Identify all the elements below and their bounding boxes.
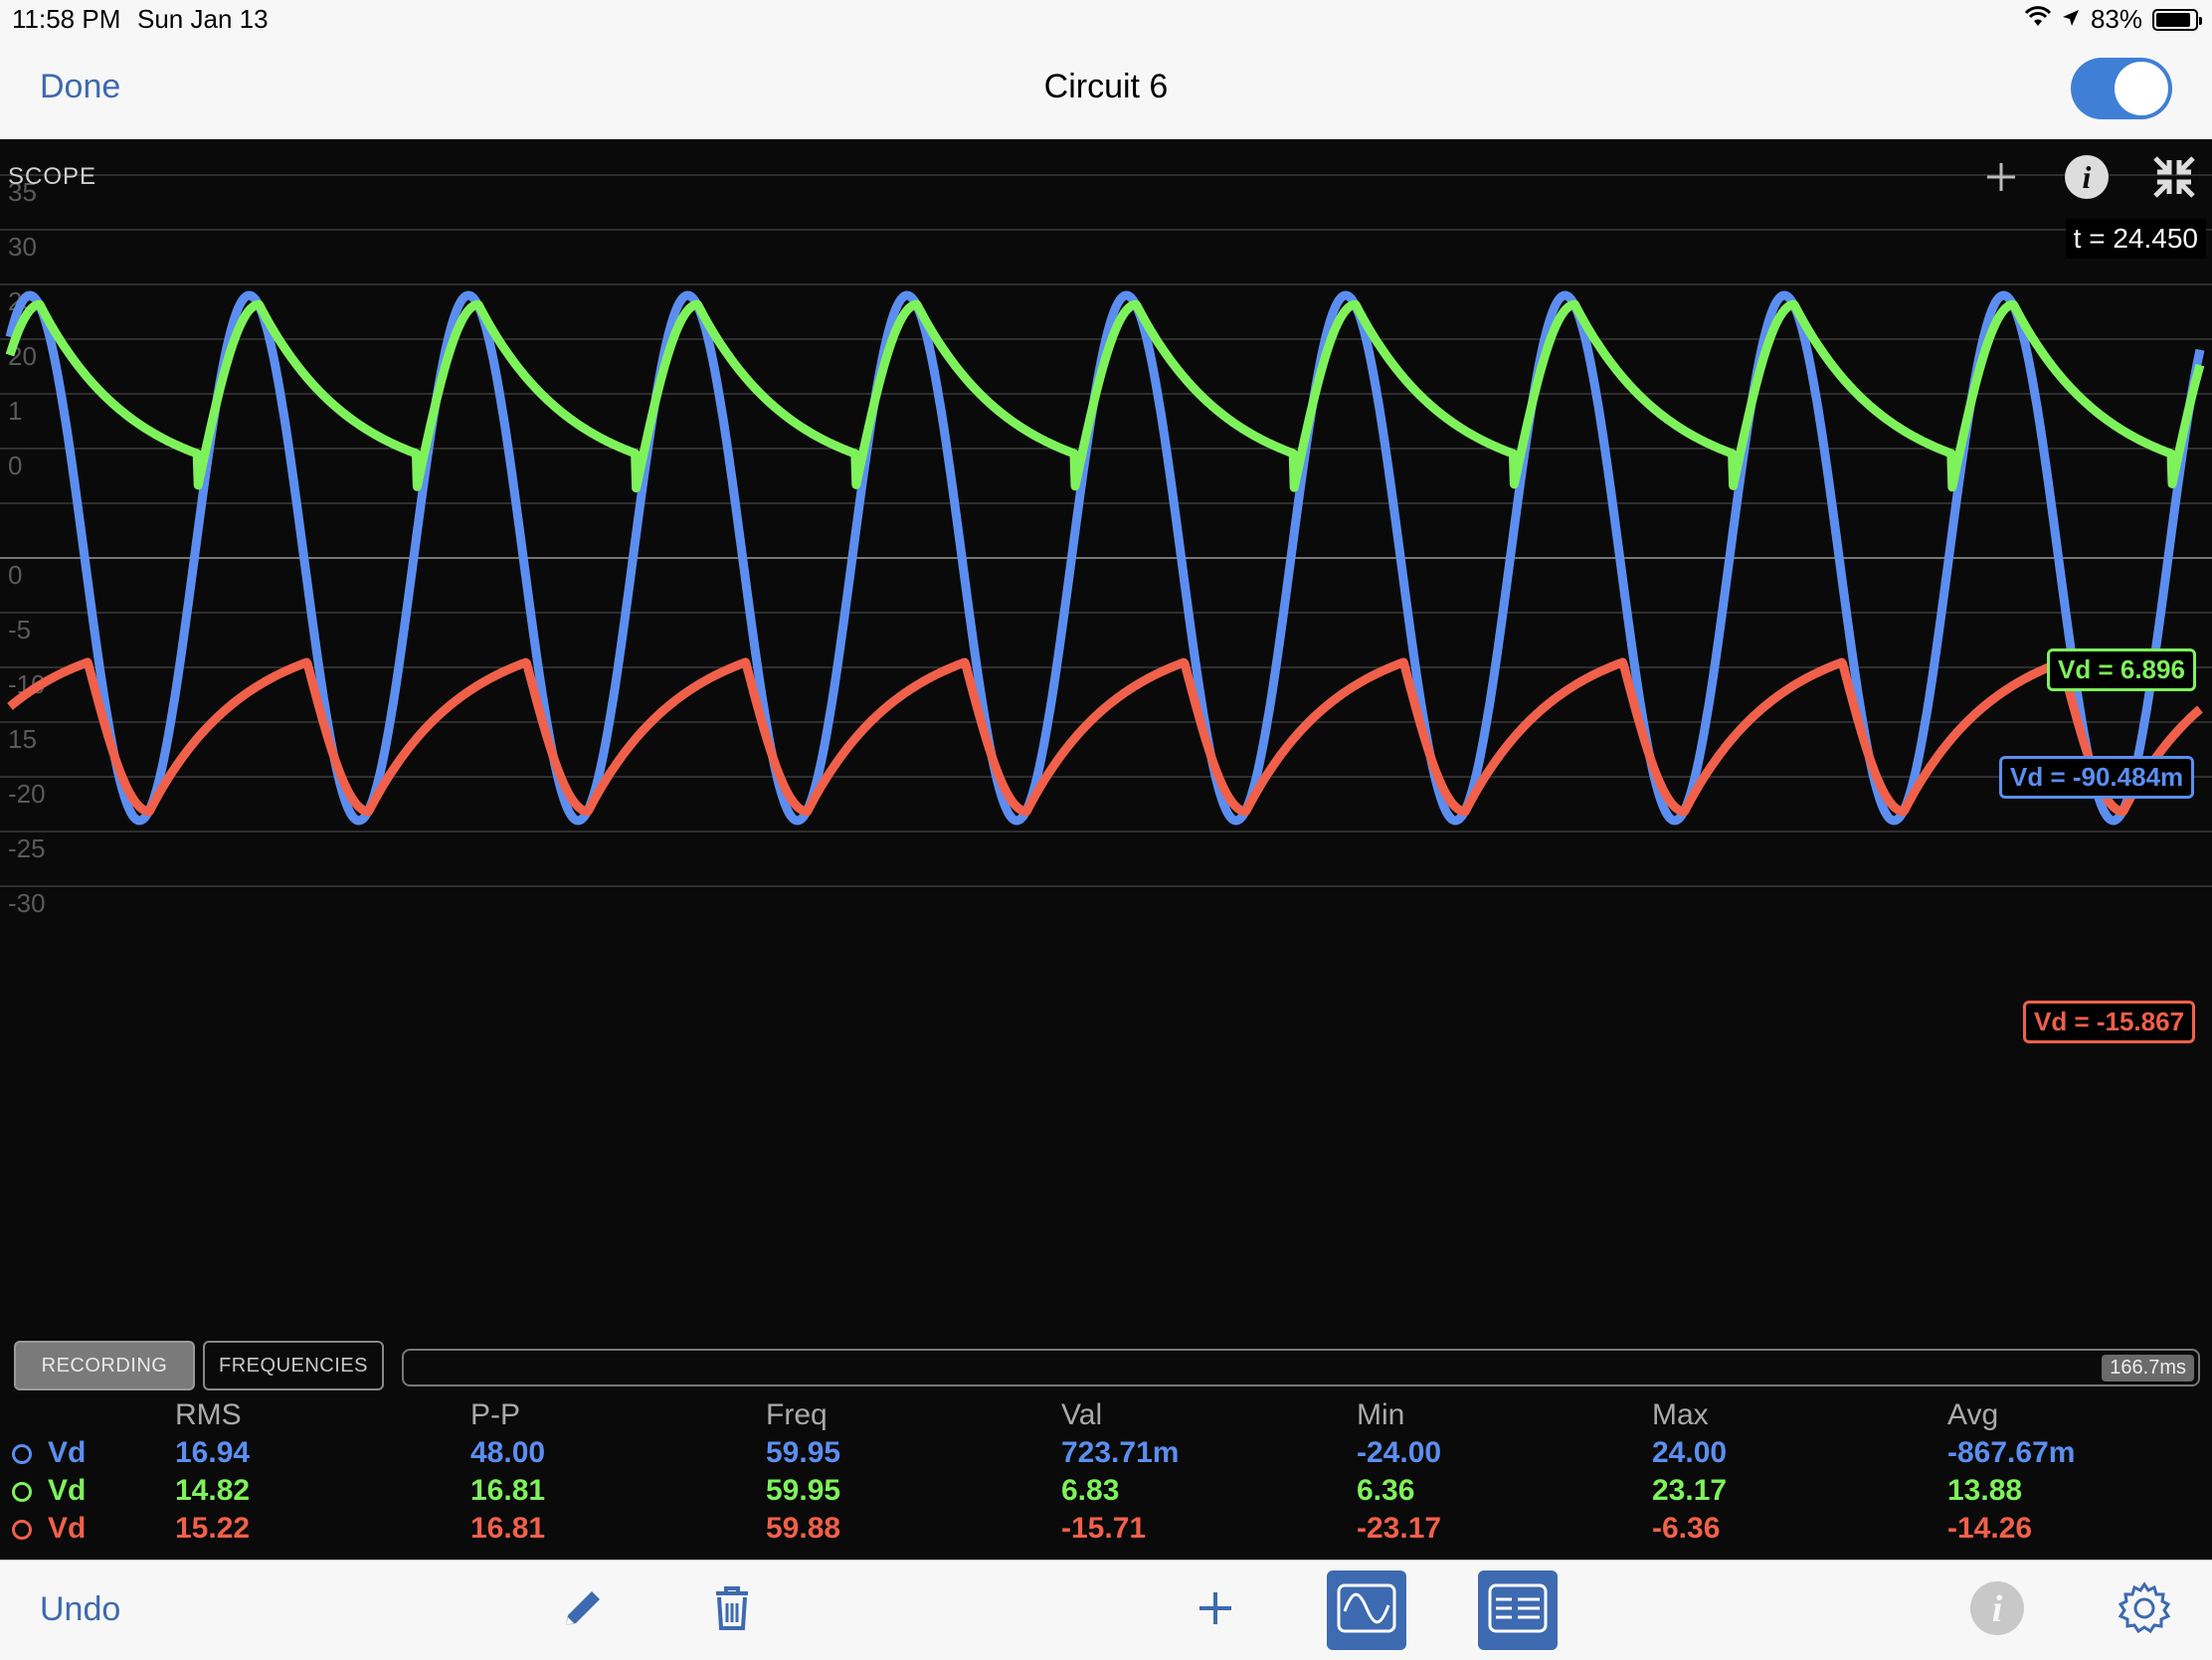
trash-icon xyxy=(712,1585,752,1636)
row-name: Vd xyxy=(48,1436,87,1469)
series-dot-blue xyxy=(12,1444,32,1464)
row-val: 723.71m xyxy=(1061,1436,1180,1469)
row-pp: 16.81 xyxy=(470,1512,546,1545)
row-rms: 16.94 xyxy=(175,1436,251,1469)
add-button[interactable] xyxy=(1176,1570,1255,1650)
header-val: Val xyxy=(1061,1398,1103,1431)
timeline-duration: 166.7ms xyxy=(2102,1355,2194,1382)
simulation-toggle[interactable] xyxy=(2071,58,2172,119)
row-pp: 48.00 xyxy=(470,1436,546,1469)
scope-label: SCOPE xyxy=(8,163,97,190)
y-tick-label: -25 xyxy=(8,833,46,863)
table-row[interactable]: Vd 14.82 16.81 59.95 6.83 6.36 23.17 13.… xyxy=(0,1474,2212,1510)
scope-icon xyxy=(1337,1583,1396,1638)
delete-button[interactable] xyxy=(692,1570,772,1650)
row-avg: -14.26 xyxy=(1947,1512,2033,1545)
cursor-label-blue[interactable]: Vd = -90.484m xyxy=(1999,756,2195,799)
svg-text:i: i xyxy=(1992,1588,2003,1630)
toggle-knob xyxy=(2115,62,2168,115)
collapse-button[interactable] xyxy=(2144,149,2204,209)
bottom-toolbar: Undo i xyxy=(0,1560,2212,1660)
status-right: 83% xyxy=(2024,4,2202,35)
svg-text:i: i xyxy=(2083,159,2092,195)
cursor-label-red[interactable]: Vd = -15.867 xyxy=(2023,1001,2196,1043)
row-min: -24.00 xyxy=(1357,1436,1442,1469)
location-icon xyxy=(2061,4,2081,35)
header-avg: Avg xyxy=(1947,1398,1999,1431)
undo-button[interactable]: Undo xyxy=(40,1590,120,1629)
row-freq: 59.95 xyxy=(766,1436,841,1469)
row-min: -23.17 xyxy=(1357,1512,1442,1545)
table-button[interactable] xyxy=(1478,1570,1558,1650)
status-date: Sun Jan 13 xyxy=(137,4,269,34)
time-readout: t = 24.450 xyxy=(2065,219,2206,259)
y-tick-label: -5 xyxy=(8,615,31,645)
nav-bar: Done Circuit 6 xyxy=(0,40,2212,140)
info-icon: i xyxy=(2064,154,2110,205)
battery-icon xyxy=(2152,8,2202,31)
y-tick-label: 30 xyxy=(8,232,37,262)
plus-icon xyxy=(1983,159,2019,200)
y-tick-label: -30 xyxy=(8,888,46,918)
scope-plot[interactable]: 35302520100-5-1015-20-25-30 xyxy=(0,139,2212,1323)
recording-timeline[interactable]: 166.7ms xyxy=(402,1349,2200,1386)
collapse-icon xyxy=(2151,154,2197,205)
row-freq: 59.95 xyxy=(766,1474,841,1507)
wifi-icon xyxy=(2024,4,2052,35)
pencil-icon xyxy=(558,1583,608,1638)
info-icon: i xyxy=(1969,1580,2025,1641)
row-max: 24.00 xyxy=(1652,1436,1728,1469)
table-icon xyxy=(1488,1583,1548,1638)
y-tick-label: 1 xyxy=(8,396,22,426)
y-tick-label: 0 xyxy=(8,451,22,480)
header-min: Min xyxy=(1357,1398,1405,1431)
row-name: Vd xyxy=(48,1474,87,1507)
row-rms: 15.22 xyxy=(175,1512,251,1545)
series-dot-red xyxy=(12,1520,32,1540)
status-bar: 11:58 PM Sun Jan 13 83% xyxy=(0,0,2212,40)
tab-recording[interactable]: RECORDING xyxy=(14,1341,195,1390)
row-val: 6.83 xyxy=(1061,1474,1120,1507)
row-val: -15.71 xyxy=(1061,1512,1147,1545)
row-pp: 16.81 xyxy=(470,1474,546,1507)
stats-header: RMS P-P Freq Val Min Max Avg xyxy=(0,1398,2212,1434)
scope-info-button[interactable]: i xyxy=(2057,149,2117,209)
header-freq: Freq xyxy=(766,1398,828,1431)
header-max: Max xyxy=(1652,1398,1709,1431)
scope-panel: 35 30 25 20 1 0 0 -5 -10 15 -20 -25 -30 SCOPE i t = … xyxy=(0,139,2212,1560)
table-row[interactable]: Vd 16.94 48.00 59.95 723.71m -24.00 24.0… xyxy=(0,1436,2212,1472)
info-button[interactable]: i xyxy=(1957,1570,2037,1650)
row-rms: 14.82 xyxy=(175,1474,251,1507)
y-tick-label: 0 xyxy=(8,560,22,590)
header-pp: P-P xyxy=(470,1398,521,1431)
edit-button[interactable] xyxy=(543,1570,623,1650)
page-title: Circuit 6 xyxy=(1043,68,1169,105)
row-max: -6.36 xyxy=(1652,1512,1721,1545)
header-rms: RMS xyxy=(175,1398,242,1431)
status-time: 11:58 PM xyxy=(12,4,121,34)
tab-frequencies[interactable]: FREQUENCIES xyxy=(203,1341,384,1390)
row-freq: 59.88 xyxy=(766,1512,841,1545)
y-tick-label: 15 xyxy=(8,724,37,754)
row-avg: -867.67m xyxy=(1947,1436,2076,1469)
battery-percent: 83% xyxy=(2090,4,2142,34)
gear-icon xyxy=(2117,1580,2172,1641)
add-probe-button[interactable] xyxy=(1971,149,2031,209)
table-row[interactable]: Vd 15.22 16.81 59.88 -15.71 -23.17 -6.36… xyxy=(0,1512,2212,1548)
series-dot-green xyxy=(12,1482,32,1502)
cursor-label-green[interactable]: Vd = 6.896 xyxy=(2047,648,2196,691)
settings-button[interactable] xyxy=(2105,1570,2184,1650)
row-avg: 13.88 xyxy=(1947,1474,2023,1507)
scope-button[interactable] xyxy=(1327,1570,1406,1650)
plus-icon xyxy=(1196,1588,1235,1633)
row-min: 6.36 xyxy=(1357,1474,1415,1507)
row-name: Vd xyxy=(48,1512,87,1545)
y-tick-label: -20 xyxy=(8,779,46,809)
row-max: 23.17 xyxy=(1652,1474,1728,1507)
